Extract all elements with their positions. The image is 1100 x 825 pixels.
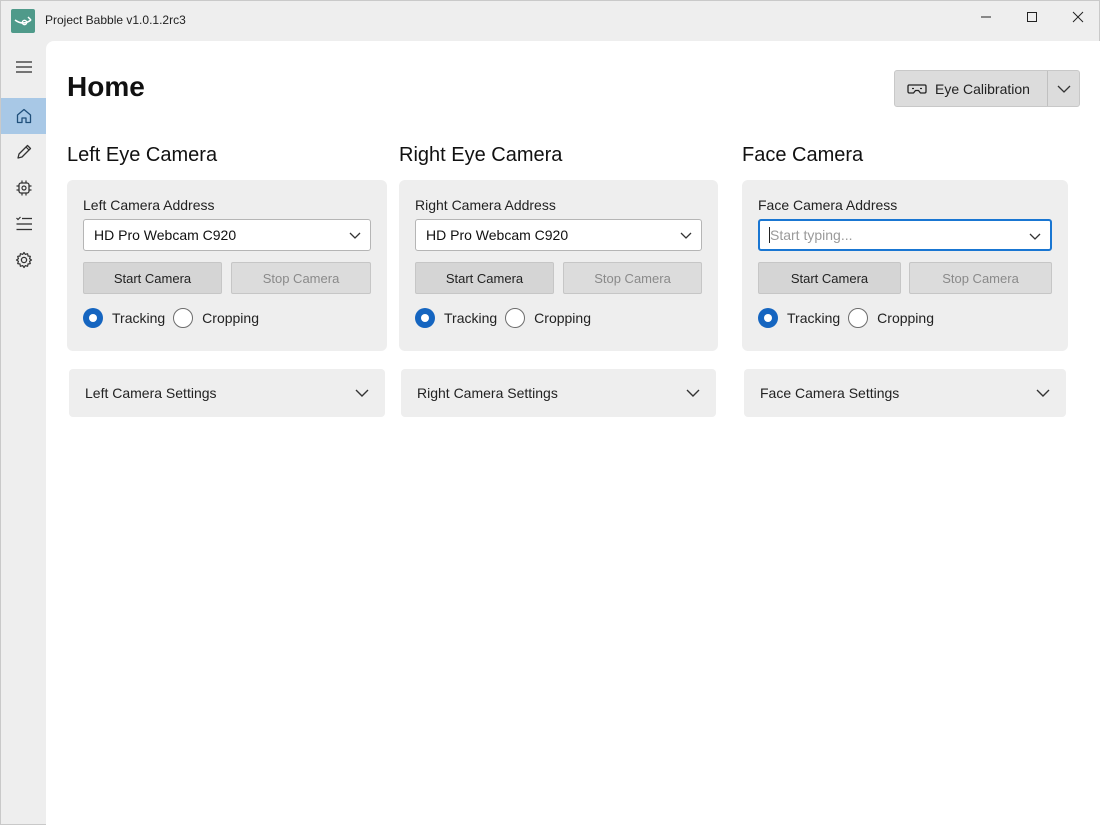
app-window: Project Babble v1.0.1.2rc3 Home Eye Cali… <box>0 0 1100 825</box>
left-camera-address-value: HD Pro Webcam C920 <box>94 227 237 243</box>
main-content: Home Eye Calibration Left Eye Camera Lef… <box>46 41 1100 825</box>
window-title: Project Babble v1.0.1.2rc3 <box>45 13 186 27</box>
face-camera-heading: Face Camera <box>742 144 864 166</box>
eye-calibration-split-button: Eye Calibration <box>894 70 1080 107</box>
eye-calibration-dropdown-button[interactable] <box>1048 71 1079 106</box>
left-start-camera-button[interactable]: Start Camera <box>83 262 222 294</box>
right-cropping-radio[interactable] <box>505 308 526 328</box>
face-camera-settings-expander[interactable]: Face Camera Settings <box>744 369 1066 417</box>
right-camera-address-combobox[interactable]: HD Pro Webcam C920 <box>415 219 702 251</box>
page-title: Home <box>67 71 145 102</box>
title-bar: Project Babble v1.0.1.2rc3 <box>1 1 1099 41</box>
left-camera-address-label: Left Camera Address <box>83 197 215 213</box>
vr-headset-icon <box>907 83 927 94</box>
minimize-button[interactable] <box>963 1 1009 33</box>
face-start-camera-button[interactable]: Start Camera <box>758 262 901 294</box>
right-stop-camera-button[interactable]: Stop Camera <box>563 262 702 294</box>
eye-calibration-button[interactable]: Eye Calibration <box>895 71 1048 106</box>
right-start-camera-button[interactable]: Start Camera <box>415 262 554 294</box>
chevron-down-icon <box>680 232 692 239</box>
chevron-down-icon <box>686 389 700 397</box>
left-camera-settings-expander[interactable]: Left Camera Settings <box>69 369 385 417</box>
face-camera-address-label: Face Camera Address <box>758 197 898 213</box>
close-icon <box>1072 11 1084 23</box>
face-mode-radio-group: Tracking Cropping <box>758 308 942 328</box>
left-camera-heading: Left Eye Camera <box>67 144 218 166</box>
right-mode-radio-group: Tracking Cropping <box>415 308 599 328</box>
pencil-icon <box>16 144 31 159</box>
left-stop-camera-button[interactable]: Stop Camera <box>231 262 371 294</box>
list-icon <box>15 216 32 231</box>
left-cropping-label: Cropping <box>202 310 259 326</box>
chevron-down-icon <box>1036 389 1050 397</box>
right-camera-settings-label: Right Camera Settings <box>417 385 558 401</box>
face-tracking-label: Tracking <box>787 310 841 326</box>
maximize-button[interactable] <box>1009 1 1055 33</box>
face-tracking-radio[interactable] <box>758 308 778 328</box>
right-camera-address-label: Right Camera Address <box>415 197 556 213</box>
face-camera-card: Face Camera Address Start typing... Star… <box>742 180 1068 351</box>
left-camera-address-combobox[interactable]: HD Pro Webcam C920 <box>83 219 371 251</box>
face-cropping-radio[interactable] <box>848 308 869 328</box>
right-camera-settings-expander[interactable]: Right Camera Settings <box>401 369 716 417</box>
right-camera-heading: Right Eye Camera <box>399 144 563 166</box>
chevron-down-icon <box>1029 233 1041 240</box>
sidebar-menu-button[interactable] <box>1 49 46 85</box>
chevron-down-icon <box>1057 85 1070 93</box>
hamburger-icon <box>15 61 32 73</box>
gear-icon <box>15 251 32 269</box>
right-tracking-radio[interactable] <box>415 308 435 328</box>
left-camera-card: Left Camera Address HD Pro Webcam C920 S… <box>67 180 387 351</box>
sidebar-item-list[interactable] <box>1 206 46 242</box>
right-cropping-label: Cropping <box>534 310 591 326</box>
right-camera-address-value: HD Pro Webcam C920 <box>426 227 569 243</box>
close-button[interactable] <box>1055 1 1100 33</box>
face-camera-settings-label: Face Camera Settings <box>760 385 900 401</box>
face-cropping-label: Cropping <box>877 310 934 326</box>
sidebar-item-home[interactable] <box>1 98 46 134</box>
chip-icon <box>16 180 31 196</box>
home-icon <box>16 108 31 124</box>
face-camera-address-combobox[interactable]: Start typing... <box>758 219 1052 251</box>
left-mode-radio-group: Tracking Cropping <box>83 308 267 328</box>
eye-calibration-label: Eye Calibration <box>935 80 1030 97</box>
left-camera-settings-label: Left Camera Settings <box>85 385 217 401</box>
face-camera-address-placeholder: Start typing... <box>770 227 853 243</box>
right-camera-card: Right Camera Address HD Pro Webcam C920 … <box>399 180 718 351</box>
sidebar-item-settings[interactable] <box>1 242 46 278</box>
app-logo-icon <box>11 9 35 33</box>
face-stop-camera-button[interactable]: Stop Camera <box>909 262 1052 294</box>
left-tracking-radio[interactable] <box>83 308 103 328</box>
left-cropping-radio[interactable] <box>173 308 194 328</box>
sidebar <box>1 41 46 825</box>
maximize-icon <box>1027 12 1037 22</box>
chevron-down-icon <box>349 232 361 239</box>
sidebar-item-edit[interactable] <box>1 134 46 170</box>
sidebar-item-hardware[interactable] <box>1 170 46 206</box>
left-tracking-label: Tracking <box>112 310 166 326</box>
right-tracking-label: Tracking <box>444 310 498 326</box>
minimize-icon <box>981 16 991 18</box>
chevron-down-icon <box>355 389 369 397</box>
